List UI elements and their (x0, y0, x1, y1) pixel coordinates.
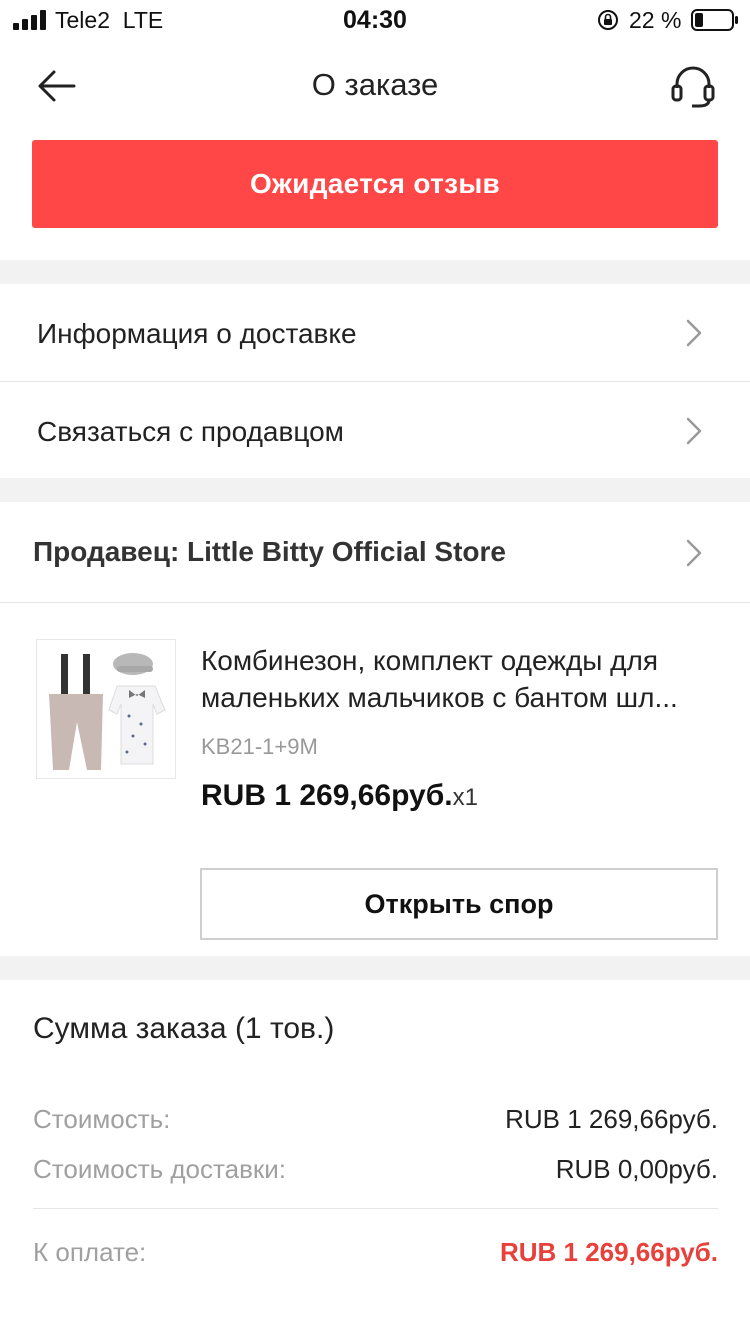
section-gap (0, 260, 750, 284)
order-summary-title: Сумма заказа (1 тов.) (33, 1012, 335, 1045)
delivery-info-label: Информация о доставке (37, 318, 357, 349)
product-sku: KB21-1+9M (201, 734, 318, 759)
shipping-cost-label: Стоимость доставки: (33, 1154, 287, 1184)
cost-label: Стоимость: (33, 1104, 171, 1134)
battery-percent: 22 % (629, 7, 682, 33)
product-image[interactable] (36, 639, 176, 779)
divider (0, 602, 750, 603)
section-gap (0, 956, 750, 980)
orientation-lock-icon (598, 10, 618, 30)
contact-seller-label: Связаться с продавцом (37, 416, 344, 447)
product-price: RUB 1 269,66руб.x1 (201, 779, 478, 813)
page-title: О заказе (311, 67, 439, 102)
cost-value: RUB 1 269,66руб. (505, 1104, 718, 1134)
divider (33, 1208, 718, 1209)
open-dispute-button[interactable]: Открыть спор (200, 868, 718, 940)
contact-seller-row[interactable]: Связаться с продавцом (0, 382, 750, 478)
chevron-right-icon (686, 319, 702, 347)
delivery-info-row[interactable]: Информация о доставке (0, 284, 750, 381)
seller-name: Продавец: Little Bitty Official Store (33, 536, 506, 567)
section-gap (0, 478, 750, 502)
chevron-right-icon (686, 417, 702, 445)
navigation-bar: О заказе (0, 40, 750, 130)
product-title[interactable]: Комбинезон, комплект одежды для маленьки… (201, 642, 721, 716)
product-price-value: RUB 1 269,66руб. (201, 779, 453, 812)
chevron-right-icon (686, 539, 702, 567)
status-bar: Tele2 LTE 04:30 22 % (0, 0, 750, 40)
total-value: RUB 1 269,66руб. (499, 1237, 718, 1267)
product-quantity: x1 (452, 784, 478, 811)
shipping-cost-value: RUB 0,00руб. (555, 1154, 718, 1184)
headset-icon[interactable] (668, 62, 718, 110)
total-label: К оплате: (33, 1237, 147, 1267)
seller-row[interactable]: Продавец: Little Bitty Official Store (0, 502, 750, 602)
order-status-button[interactable]: Ожидается отзыв (32, 140, 718, 228)
product-photo-icon (37, 640, 175, 778)
battery-icon (691, 9, 738, 31)
